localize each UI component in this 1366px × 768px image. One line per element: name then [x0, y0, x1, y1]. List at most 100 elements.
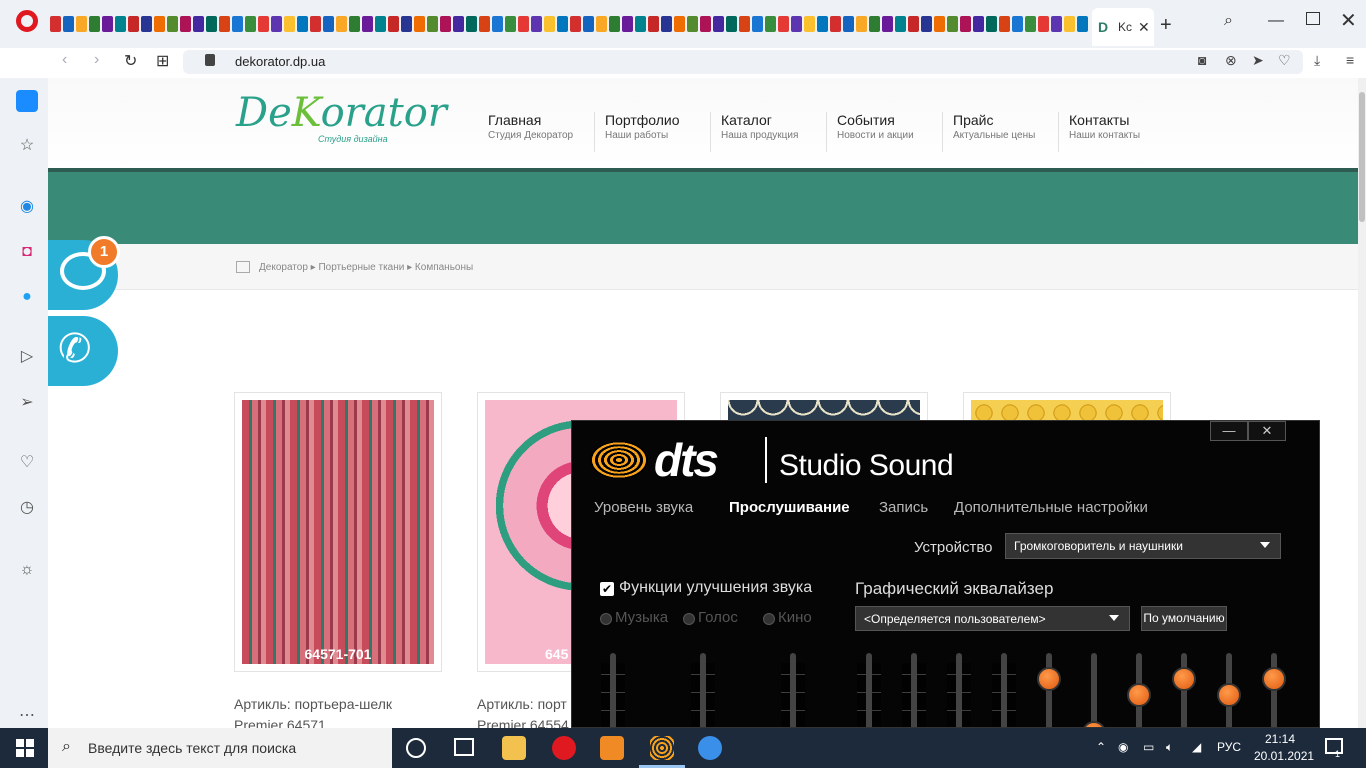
- pinned-tab-favicon-icon[interactable]: [518, 16, 529, 32]
- pinned-tab-favicon-icon[interactable]: [336, 16, 347, 32]
- task-view-icon[interactable]: [454, 738, 474, 756]
- pinned-tab-favicon-icon[interactable]: [219, 16, 230, 32]
- pinned-tab-favicon-icon[interactable]: [934, 16, 945, 32]
- enhancement-slider[interactable]: [700, 653, 706, 727]
- pinned-tab-favicon-icon[interactable]: [362, 16, 373, 32]
- eq-band-slider[interactable]: [1001, 653, 1007, 727]
- pinned-tab-favicon-icon[interactable]: [856, 16, 867, 32]
- camera-app-icon[interactable]: [698, 736, 722, 760]
- eq-knob[interactable]: [1037, 667, 1061, 691]
- pinned-tab-favicon-icon[interactable]: [895, 16, 906, 32]
- pinned-tab-favicon-icon[interactable]: [206, 16, 217, 32]
- pinned-tab-favicon-icon[interactable]: [531, 16, 542, 32]
- eq-preset-select[interactable]: <Определяется пользователем>: [855, 606, 1130, 631]
- pinned-tab-favicon-icon[interactable]: [388, 16, 399, 32]
- lock-icon[interactable]: [205, 54, 215, 66]
- window-maximize-button[interactable]: [1306, 12, 1320, 25]
- eq-band-slider[interactable]: [1091, 653, 1097, 727]
- pinned-tab-favicon-icon[interactable]: [375, 16, 386, 32]
- pinned-tab-favicon-icon[interactable]: [141, 16, 152, 32]
- pinned-tab-favicon-icon[interactable]: [323, 16, 334, 32]
- active-tab[interactable]: D Kc ✕: [1092, 8, 1154, 46]
- site-logo[interactable]: DeKorator: [236, 90, 447, 136]
- eq-band-slider[interactable]: [866, 653, 872, 727]
- bookmark-heart-icon[interactable]: ♡: [1278, 52, 1291, 69]
- tab-close-icon[interactable]: ✕: [1138, 19, 1150, 36]
- volume-icon[interactable]: 🔈︎: [1166, 740, 1173, 755]
- search-tabs-icon[interactable]: ⌕: [1224, 12, 1233, 30]
- pinned-tab-favicon-icon[interactable]: [1051, 16, 1062, 32]
- eq-band-slider[interactable]: [911, 653, 917, 727]
- pinned-tab-favicon-icon[interactable]: [128, 16, 139, 32]
- eq-knob[interactable]: [1127, 683, 1151, 707]
- pinned-tab-favicon-icon[interactable]: [401, 16, 412, 32]
- url-field[interactable]: [183, 50, 1303, 74]
- sidebar-messenger-icon[interactable]: ◉: [17, 197, 37, 217]
- pinned-tab-favicon-icon[interactable]: [310, 16, 321, 32]
- tab-volume[interactable]: Уровень звука: [594, 499, 693, 516]
- back-icon[interactable]: ‹: [62, 51, 67, 69]
- pinned-tab-favicon-icon[interactable]: [869, 16, 880, 32]
- pinned-tab-favicon-icon[interactable]: [427, 16, 438, 32]
- pinned-tab-favicon-icon[interactable]: [63, 16, 74, 32]
- tab-advanced[interactable]: Дополнительные настройки: [954, 499, 1148, 516]
- clock-date[interactable]: 20.01.2021: [1254, 749, 1314, 763]
- pinned-tab-favicon-icon[interactable]: [453, 16, 464, 32]
- url-text[interactable]: dekorator.dp.ua: [235, 54, 325, 69]
- nav-events[interactable]: События Новости и акции: [826, 112, 942, 152]
- tab-recording[interactable]: Запись: [879, 499, 928, 516]
- pinned-tab-favicon-icon[interactable]: [440, 16, 451, 32]
- pinned-tab-favicon-icon[interactable]: [908, 16, 919, 32]
- speed-dial-icon[interactable]: ⊞: [156, 51, 169, 71]
- pinned-tab-favicon-icon[interactable]: [986, 16, 997, 32]
- pinned-tab-favicon-icon[interactable]: [557, 16, 568, 32]
- pinned-tab-favicon-icon[interactable]: [947, 16, 958, 32]
- pinned-tab-favicon-icon[interactable]: [180, 16, 191, 32]
- nav-price[interactable]: Прайс Актуальные цены: [942, 112, 1058, 152]
- dts-minimize-button[interactable]: —: [1210, 421, 1248, 441]
- eq-knob[interactable]: [1217, 683, 1241, 707]
- pinned-tab-favicon-icon[interactable]: [960, 16, 971, 32]
- pinned-tab-favicon-icon[interactable]: [115, 16, 126, 32]
- pinned-tab-favicon-icon[interactable]: [973, 16, 984, 32]
- pinned-tab-favicon-icon[interactable]: [479, 16, 490, 32]
- pinned-tab-favicon-icon[interactable]: [583, 16, 594, 32]
- breadcrumb[interactable]: Декоратор ▸ Портьерные ткани ▸ Компаньон…: [259, 262, 473, 273]
- product-card[interactable]: 64571-701: [234, 392, 442, 672]
- new-tab-icon[interactable]: +: [1160, 14, 1172, 37]
- pinned-tab-favicon-icon[interactable]: [284, 16, 295, 32]
- pinned-tab-favicon-icon[interactable]: [102, 16, 113, 32]
- pinned-tab-favicon-icon[interactable]: [804, 16, 815, 32]
- tab-listening[interactable]: Прослушивание: [729, 499, 850, 516]
- pinned-tab-favicon-icon[interactable]: [492, 16, 503, 32]
- sidebar-flow-icon[interactable]: ➢: [17, 393, 37, 413]
- eq-default-button[interactable]: По умолчанию: [1141, 606, 1227, 631]
- taskbar-search-placeholder[interactable]: Введите здесь текст для поиска: [88, 740, 296, 756]
- mode-cinema-radio[interactable]: [763, 613, 775, 625]
- pinned-tab-favicon-icon[interactable]: [297, 16, 308, 32]
- eq-knob[interactable]: [1082, 721, 1106, 727]
- sidebar-more-icon[interactable]: ⋯: [17, 706, 37, 726]
- pinned-tab-favicon-icon[interactable]: [570, 16, 581, 32]
- mode-voice-radio[interactable]: [683, 613, 695, 625]
- eq-knob[interactable]: [1172, 667, 1196, 691]
- nav-catalog[interactable]: Каталог Наша продукция: [710, 112, 826, 152]
- pinned-tab-favicon-icon[interactable]: [466, 16, 477, 32]
- pinned-tab-favicon-icon[interactable]: [791, 16, 802, 32]
- pinned-tab-favicon-icon[interactable]: [635, 16, 646, 32]
- forward-icon[interactable]: ›: [94, 51, 99, 69]
- adblock-icon[interactable]: ⊗: [1225, 52, 1237, 69]
- pinned-tab-favicon-icon[interactable]: [739, 16, 750, 32]
- enhancement-checkbox[interactable]: ✔: [600, 582, 614, 596]
- send-icon[interactable]: ➤: [1252, 52, 1264, 69]
- sidebar-instagram-icon[interactable]: ◘: [17, 242, 37, 262]
- dts-close-button[interactable]: ✕: [1248, 421, 1286, 441]
- pinned-tab-favicon-icon[interactable]: [687, 16, 698, 32]
- pinned-tab-favicon-icon[interactable]: [713, 16, 724, 32]
- pinned-tab-favicon-icon[interactable]: [232, 16, 243, 32]
- tab-strip[interactable]: [50, 16, 1090, 36]
- pinned-tab-favicon-icon[interactable]: [349, 16, 360, 32]
- sidebar-bookmarks-icon[interactable]: ☆: [17, 136, 37, 156]
- eq-band-slider[interactable]: [956, 653, 962, 727]
- pinned-tab-favicon-icon[interactable]: [674, 16, 685, 32]
